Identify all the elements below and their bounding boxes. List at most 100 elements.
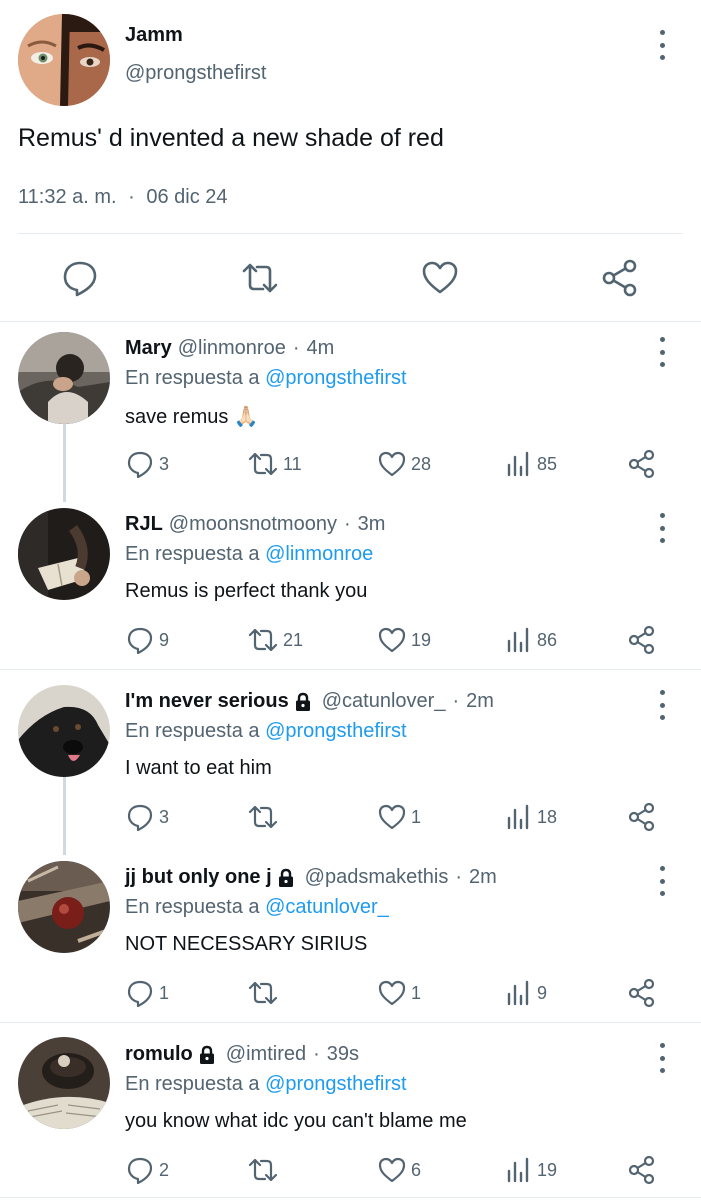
like-count: 28	[411, 453, 432, 474]
action-bar: 2 6 19	[125, 1154, 665, 1186]
views-button[interactable]: 9	[505, 977, 547, 1009]
author-name[interactable]: Mary	[125, 337, 172, 360]
reply-time[interactable]: 2m	[466, 690, 494, 713]
reply-time[interactable]: 3m	[358, 513, 386, 536]
views-button[interactable]: 85	[505, 448, 557, 480]
like-count: 1	[411, 982, 422, 1003]
reply-button[interactable]: 9	[125, 624, 169, 656]
share-button[interactable]	[600, 258, 640, 298]
author-name[interactable]: RJL	[125, 513, 163, 536]
lock-icon	[295, 692, 310, 711]
more-options-icon[interactable]	[652, 1043, 672, 1073]
author-name[interactable]: jj but only one j	[125, 866, 272, 889]
author-handle[interactable]: @padsmakethis	[305, 866, 449, 889]
reply-button[interactable]	[60, 258, 100, 298]
views-button[interactable]: 86	[505, 624, 557, 656]
view-count: 18	[537, 806, 558, 827]
reply-text: save remus 🙏🏻	[125, 406, 259, 428]
more-options-icon[interactable]	[652, 690, 672, 720]
share-button[interactable]	[627, 624, 657, 656]
reply-icon	[63, 261, 97, 297]
avatar[interactable]	[18, 508, 110, 600]
like-button[interactable]: 19	[377, 624, 431, 656]
author-handle[interactable]: @prongsthefirst	[125, 62, 266, 85]
avatar[interactable]	[18, 1037, 110, 1129]
share-button[interactable]	[627, 1154, 657, 1186]
share-button[interactable]	[627, 977, 657, 1009]
author-name[interactable]: Jamm	[125, 24, 183, 47]
retweet-button[interactable]	[247, 977, 283, 1009]
reply-header: romulo @imtired · 39s	[125, 1043, 359, 1066]
like-count: 6	[411, 1159, 422, 1180]
author-name[interactable]: I'm never serious	[125, 690, 289, 713]
like-button[interactable]: 28	[377, 448, 431, 480]
avatar[interactable]	[18, 332, 110, 424]
retweet-button[interactable]	[247, 1154, 283, 1186]
retweet-button[interactable]: 21	[247, 624, 303, 656]
tweet-timestamp[interactable]: 11:32 a. m. · 06 dic 24	[18, 186, 228, 209]
reply-header: Mary @linmonroe · 4m	[125, 337, 334, 360]
tweet-date: 06 dic 24	[146, 186, 228, 208]
share-button[interactable]	[627, 448, 657, 480]
avatar[interactable]	[18, 14, 110, 106]
views-icon	[507, 451, 529, 477]
reply-button[interactable]: 2	[125, 1154, 169, 1186]
retweet-icon	[248, 805, 278, 829]
avatar[interactable]	[18, 685, 110, 777]
reply-button[interactable]: 3	[125, 801, 169, 833]
retweet-icon	[248, 452, 278, 476]
author-handle[interactable]: @linmonroe	[178, 337, 286, 360]
reply-button[interactable]: 1	[125, 977, 169, 1009]
mention-link[interactable]: @prongsthefirst	[265, 367, 406, 389]
separator-dot: ·	[455, 866, 463, 888]
like-button[interactable]: 1	[377, 801, 421, 833]
in-reply-prefix: En respuesta a	[125, 720, 260, 742]
more-options-icon[interactable]	[652, 30, 672, 60]
author-handle[interactable]: @catunlover_	[322, 690, 446, 713]
divider	[0, 1022, 701, 1023]
lock-icon	[278, 868, 293, 887]
separator-dot: ·	[313, 1043, 320, 1065]
mention-link[interactable]: @linmonroe	[265, 543, 373, 565]
reply-time[interactable]: 4m	[307, 337, 335, 360]
author-name[interactable]: romulo	[125, 1043, 193, 1066]
retweet-button[interactable]: 11	[247, 448, 302, 480]
reply-time[interactable]: 39s	[327, 1043, 359, 1066]
action-bar: 9 21 19 86	[125, 624, 665, 656]
like-button[interactable]: 1	[377, 977, 421, 1009]
tweet-text: Remus' d invented a new shade of red	[18, 124, 444, 152]
retweet-button[interactable]	[247, 801, 283, 833]
views-icon	[507, 627, 529, 653]
share-button[interactable]	[627, 801, 657, 833]
reply-time[interactable]: 2m	[469, 866, 497, 889]
like-icon	[422, 261, 458, 294]
lock-icon	[199, 1045, 214, 1064]
author-handle[interactable]: @moonsnotmoony	[169, 513, 337, 536]
like-button[interactable]: 6	[377, 1154, 421, 1186]
mention-link[interactable]: @prongsthefirst	[265, 1073, 406, 1095]
retweet-count: 21	[283, 629, 304, 650]
in-reply-to: En respuesta a @prongsthefirst	[125, 1073, 407, 1096]
mention-link[interactable]: @catunlover_	[265, 896, 389, 918]
reply-button[interactable]: 3	[125, 448, 169, 480]
avatar-image	[18, 14, 110, 106]
retweet-button[interactable]	[240, 258, 280, 298]
reply-count: 3	[159, 453, 170, 474]
more-options-icon[interactable]	[652, 866, 672, 896]
like-button[interactable]	[420, 258, 460, 298]
views-button[interactable]: 18	[505, 801, 557, 833]
more-options-icon[interactable]	[652, 513, 672, 543]
avatar[interactable]	[18, 861, 110, 953]
mention-link[interactable]: @prongsthefirst	[265, 720, 406, 742]
like-count: 19	[411, 629, 432, 650]
share-icon	[628, 449, 655, 479]
views-button[interactable]: 19	[505, 1154, 557, 1186]
more-options-icon[interactable]	[652, 337, 672, 367]
like-icon	[378, 804, 406, 830]
share-icon	[628, 978, 655, 1008]
reply-count: 1	[159, 982, 170, 1003]
reply-icon	[127, 451, 153, 479]
author-handle[interactable]: @imtired	[226, 1043, 306, 1066]
in-reply-prefix: En respuesta a	[125, 1073, 260, 1095]
avatar-image	[18, 332, 110, 424]
